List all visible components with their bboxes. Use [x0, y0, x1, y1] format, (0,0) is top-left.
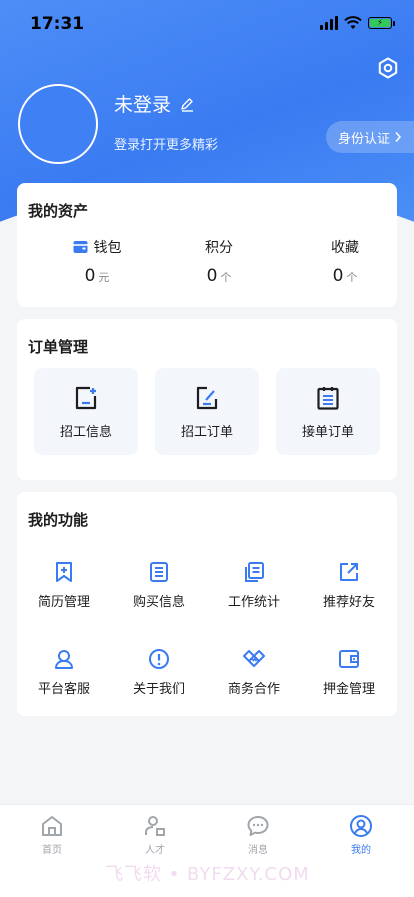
asset-wallet[interactable]: 钱包 0元	[47, 237, 147, 286]
settings-icon[interactable]	[376, 56, 400, 80]
customer-service-icon	[55, 650, 73, 669]
order-recruit-info[interactable]: 招工信息	[34, 368, 138, 455]
order-accepted-orders[interactable]: 接单订单	[276, 368, 380, 455]
tab-mine[interactable]: 我的	[321, 814, 401, 856]
asset-points[interactable]: 积分 0个	[169, 237, 269, 286]
func-label: 推荐好友	[322, 595, 375, 610]
asset-label: 积分	[205, 240, 233, 256]
tab-label: 消息	[248, 845, 268, 856]
assets-card: 我的资产 钱包 0元 积分 0个 收藏 0个	[17, 183, 397, 307]
wallet-icon	[339, 650, 359, 668]
status-bar: 17:31 ⚡	[0, 0, 414, 50]
message-icon	[247, 816, 269, 836]
avatar[interactable]	[18, 84, 98, 164]
asset-unit: 个	[346, 271, 358, 284]
functions-title: 我的功能	[28, 511, 89, 529]
login-title-text: 未登录	[114, 94, 172, 116]
login-subtitle: 登录打开更多精彩	[114, 138, 219, 153]
order-label: 接单订单	[301, 425, 354, 440]
orders-card: 订单管理 招工信息 招工订单 接单订单	[17, 319, 397, 480]
func-recommend[interactable]: 推荐好友	[303, 561, 395, 610]
func-label: 购买信息	[132, 595, 185, 610]
stacked-documents-icon	[245, 562, 264, 582]
func-label: 工作统计	[227, 595, 280, 610]
person-icon	[145, 816, 165, 836]
home-icon	[42, 816, 62, 836]
func-customer-service[interactable]: 平台客服	[18, 648, 110, 697]
bookmark-plus-icon	[56, 562, 72, 582]
tab-label: 人才	[145, 845, 165, 856]
asset-label: 钱包	[93, 240, 122, 256]
func-label: 关于我们	[132, 682, 185, 697]
handshake-icon	[243, 650, 265, 667]
assets-title: 我的资产	[28, 202, 89, 220]
asset-unit: 个	[220, 271, 232, 284]
wifi-icon	[344, 16, 362, 29]
edit-document-icon	[196, 386, 218, 410]
order-label: 招工订单	[180, 425, 233, 440]
tab-home[interactable]: 首页	[12, 814, 92, 856]
func-label: 平台客服	[37, 682, 90, 697]
functions-card: 我的功能 简历管理 购买信息 工作统计 推荐好友 平台客服 关于我们 商务合作 …	[17, 492, 397, 716]
tab-messages[interactable]: 消息	[218, 814, 298, 856]
func-about[interactable]: 关于我们	[113, 648, 205, 697]
order-recruit-orders[interactable]: 招工订单	[155, 368, 259, 455]
func-work-stats[interactable]: 工作统计	[208, 561, 300, 610]
asset-value: 0	[332, 266, 344, 286]
func-label: 商务合作	[227, 682, 280, 697]
list-document-icon	[150, 562, 168, 582]
add-document-icon	[75, 386, 97, 410]
func-purchase[interactable]: 购买信息	[113, 561, 205, 610]
clipboard-icon	[317, 387, 339, 410]
order-label: 招工信息	[59, 425, 112, 440]
tab-label: 首页	[42, 845, 62, 856]
func-business[interactable]: 商务合作	[208, 648, 300, 697]
asset-value: 0	[206, 266, 218, 286]
func-label: 押金管理	[322, 682, 375, 697]
battery-charging-icon: ⚡	[368, 17, 395, 29]
edit-icon	[181, 97, 194, 112]
orders-title: 订单管理	[28, 338, 89, 356]
asset-label: 收藏	[331, 240, 359, 256]
tab-label: 我的	[351, 845, 371, 856]
asset-favorites[interactable]: 收藏 0个	[295, 237, 395, 286]
chevron-right-icon	[395, 132, 402, 142]
tab-talent[interactable]: 人才	[115, 814, 195, 856]
login-title[interactable]: 未登录	[114, 90, 195, 117]
func-resume[interactable]: 简历管理	[18, 561, 110, 610]
asset-unit: 元	[98, 271, 110, 284]
func-deposit[interactable]: 押金管理	[303, 648, 395, 697]
watermark: 飞飞软 • BYFZXY.COM	[105, 864, 310, 885]
asset-value: 0	[84, 266, 96, 286]
status-time: 17:31	[30, 14, 85, 34]
cellular-signal-icon	[320, 16, 338, 30]
func-label: 简历管理	[37, 595, 90, 610]
info-icon	[149, 649, 169, 669]
wallet-icon	[73, 241, 87, 253]
user-circle-icon	[350, 815, 372, 837]
id-verification-button[interactable]: 身份认证	[326, 121, 414, 153]
share-icon	[340, 563, 358, 581]
id-verification-label: 身份认证	[337, 131, 390, 147]
